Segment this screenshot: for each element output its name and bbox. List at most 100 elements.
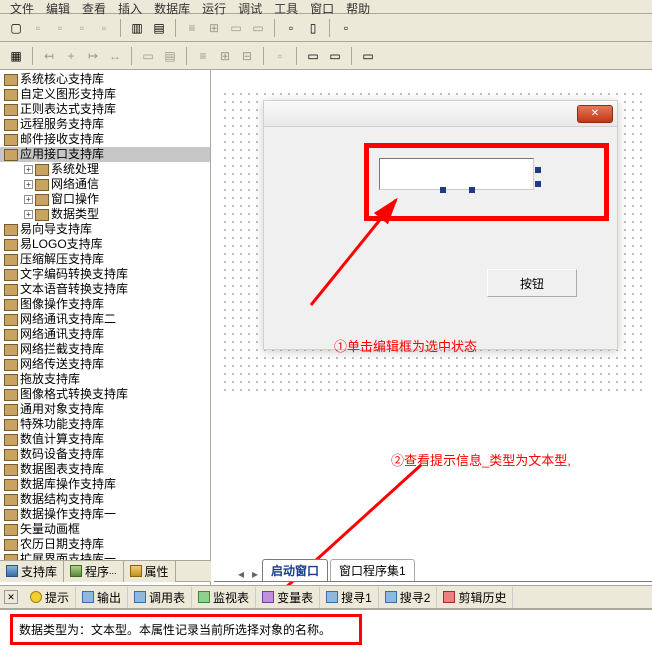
tab-scroll-left-icon[interactable]: ◂ <box>234 567 248 581</box>
menu-run[interactable]: 运行 <box>198 0 230 13</box>
tree-item[interactable]: 压缩解压支持库 <box>0 252 210 267</box>
tb-btn-icon[interactable]: ▫ <box>28 18 48 38</box>
tree-item[interactable]: 系统核心支持库 <box>0 72 210 87</box>
tab-clipboard[interactable]: 剪辑历史 <box>437 587 513 608</box>
tb-btn-icon[interactable]: ▭ <box>358 46 378 66</box>
library-tree-panel[interactable]: 系统核心支持库自定义图形支持库正则表达式支持库远程服务支持库邮件接收支持库应用接… <box>0 70 211 600</box>
tb-btn-icon[interactable]: ▫ <box>270 46 290 66</box>
resize-handle[interactable] <box>440 187 446 193</box>
menu-debug[interactable]: 调试 <box>234 0 266 13</box>
tree-item[interactable]: 远程服务支持库 <box>0 117 210 132</box>
tb-grid-icon[interactable]: ▦ <box>6 46 26 66</box>
tree-item[interactable]: 应用接口支持库 <box>0 147 210 162</box>
tb-btn-icon[interactable]: ▫ <box>281 18 301 38</box>
tree-item[interactable]: 特殊功能支持库 <box>0 417 210 432</box>
tab-search-2[interactable]: 搜寻2 <box>379 587 438 608</box>
resize-handle[interactable] <box>535 167 541 173</box>
tree-item[interactable]: 文字编码转换支持库 <box>0 267 210 282</box>
tree-item[interactable]: 数据库操作支持库 <box>0 477 210 492</box>
tab-output[interactable]: 输出 <box>76 587 128 608</box>
tb-btn-icon[interactable]: ▭ <box>138 46 158 66</box>
tab-watch[interactable]: 监视表 <box>192 587 256 608</box>
tree-item[interactable]: 数码设备支持库 <box>0 447 210 462</box>
expand-icon[interactable]: + <box>24 195 33 204</box>
form-button[interactable]: 按钮 <box>487 269 577 297</box>
tree-item[interactable]: +系统处理 <box>0 162 210 177</box>
tab-search-1[interactable]: 搜寻1 <box>320 587 379 608</box>
menu-edit[interactable]: 编辑 <box>42 0 74 13</box>
tree-item[interactable]: 网络通讯支持库 <box>0 327 210 342</box>
tab-variables[interactable]: 变量表 <box>256 587 320 608</box>
tree-item[interactable]: 数据操作支持库一 <box>0 507 210 522</box>
tb-new-icon[interactable]: ▢ <box>6 18 26 38</box>
expand-icon[interactable]: + <box>24 180 33 189</box>
tree-item[interactable]: 网络传送支持库 <box>0 357 210 372</box>
tb-btn-icon[interactable]: ▭ <box>325 46 345 66</box>
tab-hint[interactable]: 提示 <box>24 587 76 608</box>
tb-btn-icon[interactable]: ▫ <box>336 18 356 38</box>
tb-btn-icon[interactable]: ⊞ <box>215 46 235 66</box>
resize-handle[interactable] <box>535 181 541 187</box>
tb-btn-icon[interactable]: + <box>61 46 81 66</box>
tree-item[interactable]: 数据结构支持库 <box>0 492 210 507</box>
tree-item[interactable]: 拖放支持库 <box>0 372 210 387</box>
tree-item[interactable]: 数据图表支持库 <box>0 462 210 477</box>
tree-item[interactable]: 易向导支持库 <box>0 222 210 237</box>
tree-item[interactable]: +窗口操作 <box>0 192 210 207</box>
tb-btn-icon[interactable]: ▯ <box>303 18 323 38</box>
menu-window[interactable]: 窗口 <box>306 0 338 13</box>
menu-file[interactable]: 文件 <box>6 0 38 13</box>
tree-item[interactable]: 数值计算支持库 <box>0 432 210 447</box>
tb-btn-icon[interactable]: ▭ <box>226 18 246 38</box>
menu-view[interactable]: 查看 <box>78 0 110 13</box>
tree-item[interactable]: 矢量动画框 <box>0 522 210 537</box>
tree-item[interactable]: 自定义图形支持库 <box>0 87 210 102</box>
tab-scroll-right-icon[interactable]: ▸ <box>248 567 262 581</box>
edit-control-selected[interactable] <box>379 158 534 190</box>
tree-item[interactable]: 易LOGO支持库 <box>0 237 210 252</box>
tab-properties[interactable]: 属性 <box>124 561 176 582</box>
tab-callstack[interactable]: 调用表 <box>128 587 192 608</box>
design-window[interactable]: ✕ 按钮 ①单击编辑框为选中状态 <box>263 100 618 350</box>
tab-program[interactable]: 程序... <box>64 561 124 582</box>
expand-icon[interactable]: + <box>24 165 33 174</box>
tb-btn-icon[interactable]: ▭ <box>248 18 268 38</box>
expand-icon[interactable]: + <box>24 210 33 219</box>
resize-handle[interactable] <box>469 187 475 193</box>
tb-btn-icon[interactable]: ≡ <box>182 18 202 38</box>
menu-help[interactable]: 帮助 <box>342 0 374 13</box>
tb-btn-icon[interactable]: ▤ <box>149 18 169 38</box>
tab-startup-window[interactable]: 启动窗口 <box>262 559 328 581</box>
tree-item[interactable]: 网络通讯支持库二 <box>0 312 210 327</box>
tree-item[interactable]: +网络通信 <box>0 177 210 192</box>
tree-item[interactable]: +数据类型 <box>0 207 210 222</box>
tb-btn-icon[interactable]: ▭ <box>303 46 323 66</box>
tb-btn-icon[interactable]: ↤ <box>39 46 59 66</box>
menu-db[interactable]: 数据库 <box>150 0 194 13</box>
tree-item[interactable]: 文本语音转换支持库 <box>0 282 210 297</box>
tb-btn-icon[interactable]: ↔ <box>105 46 125 66</box>
tree-item[interactable]: 邮件接收支持库 <box>0 132 210 147</box>
tb-btn-icon[interactable]: ⊞ <box>204 18 224 38</box>
tree-item[interactable]: 正则表达式支持库 <box>0 102 210 117</box>
close-icon[interactable]: ✕ <box>577 105 613 123</box>
menu-insert[interactable]: 插入 <box>114 0 146 13</box>
menu-tools[interactable]: 工具 <box>270 0 302 13</box>
tb-btn-icon[interactable]: ▫ <box>50 18 70 38</box>
tree-item[interactable]: 图像格式转换支持库 <box>0 387 210 402</box>
tb-btn-icon[interactable]: ≡ <box>193 46 213 66</box>
tb-btn-icon[interactable]: ▤ <box>160 46 180 66</box>
tb-btn-icon[interactable]: ▫ <box>94 18 114 38</box>
tab-support-lib[interactable]: 支持库 <box>0 561 64 582</box>
tb-btn-icon[interactable]: ▫ <box>72 18 92 38</box>
tree-item[interactable]: 农历日期支持库 <box>0 537 210 552</box>
tab-window-procset[interactable]: 窗口程序集1 <box>330 559 415 581</box>
design-canvas[interactable]: ✕ 按钮 ①单击编辑框为选中状态 <box>221 90 646 395</box>
close-panel-icon[interactable]: ✕ <box>4 590 18 604</box>
tree-item[interactable]: 图像操作支持库 <box>0 297 210 312</box>
tree-item[interactable]: 网络拦截支持库 <box>0 342 210 357</box>
tb-btn-icon[interactable]: ⊟ <box>237 46 257 66</box>
tb-btn-icon[interactable]: ↦ <box>83 46 103 66</box>
tb-btn-icon[interactable]: ▥ <box>127 18 147 38</box>
tree-item[interactable]: 通用对象支持库 <box>0 402 210 417</box>
